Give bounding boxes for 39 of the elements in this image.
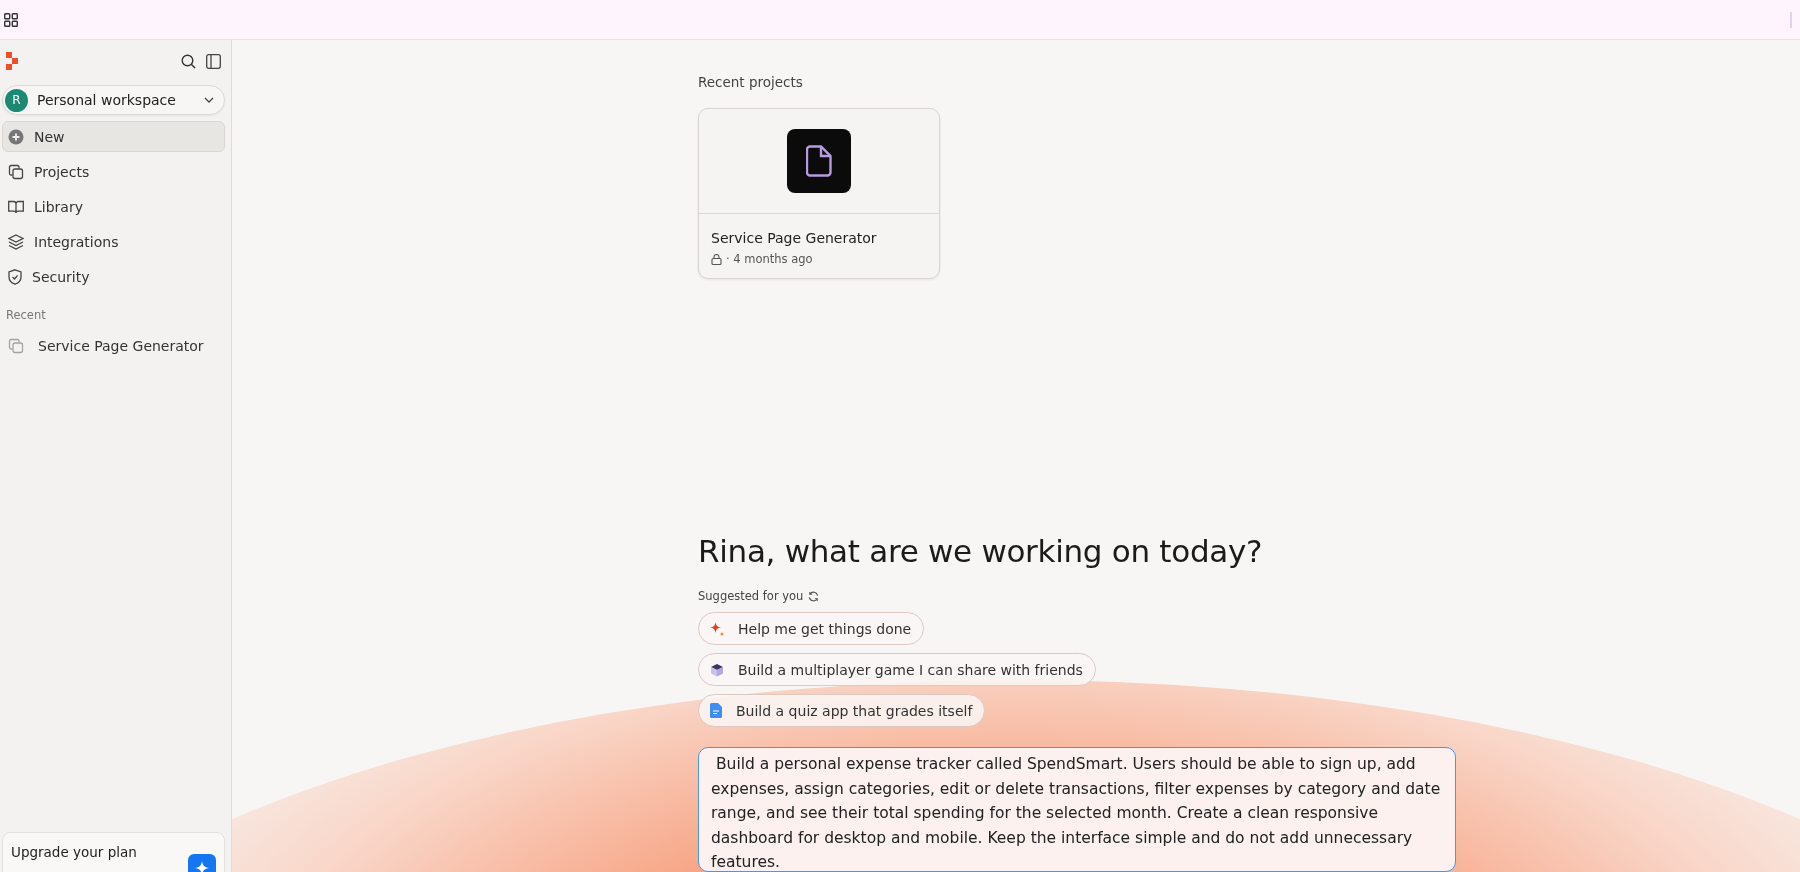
logo-icon[interactable] bbox=[6, 52, 19, 70]
refresh-icon[interactable] bbox=[808, 590, 820, 602]
lock-icon bbox=[711, 253, 722, 265]
search-icon[interactable] bbox=[181, 53, 196, 69]
project-card[interactable]: Service Page Generator · 4 months ago bbox=[698, 108, 940, 279]
sparkle-icon bbox=[710, 621, 724, 636]
document-icon bbox=[806, 145, 832, 177]
project-meta: · 4 months ago bbox=[726, 252, 813, 266]
nav-item[interactable]: Projects bbox=[2, 156, 225, 187]
section-heading: Recent projects bbox=[698, 74, 804, 90]
recent-item[interactable]: Service Page Generator bbox=[2, 330, 225, 362]
chevron-down-icon bbox=[204, 97, 214, 103]
suggestion-chip[interactable]: Build a quiz app that grades itself bbox=[698, 694, 986, 727]
greeting-heading: Rina, what are we working on today? bbox=[698, 533, 1264, 569]
layers-icon bbox=[8, 233, 24, 250]
suggestion-chip[interactable]: Build a multiplayer game I can share with friends bbox=[698, 653, 1096, 686]
plus-circle-icon bbox=[8, 128, 24, 145]
document-icon bbox=[710, 703, 722, 718]
shield-icon bbox=[8, 268, 22, 285]
book-icon bbox=[8, 199, 24, 214]
upgrade-card[interactable]: Upgrade your plan bbox=[2, 832, 225, 872]
copies-icon bbox=[8, 338, 24, 354]
upgrade-label: Upgrade your plan bbox=[11, 844, 137, 862]
prompt-field[interactable]: Build a personal expense tracker called SpendSmart. Users should be able to sign up, add expenses, assign categories, edit or delete transactions, filter expenses by category and date range, and see their total spending for the selected month. Create a clean responsive dashboard for desktop and mobile. Keep the interface simple and do not add unnecessary features. bbox=[698, 747, 1456, 872]
workspace-selector[interactable]: R Personal workspace bbox=[2, 85, 225, 115]
scroll-indicator bbox=[1790, 11, 1792, 28]
apps-grid-icon[interactable] bbox=[4, 12, 18, 27]
section-label: Recent bbox=[6, 308, 47, 322]
suggestion-chip[interactable]: Help me get things done bbox=[698, 612, 925, 645]
nav-item[interactable]: New bbox=[2, 121, 225, 152]
suggestions-label: Suggested for you bbox=[698, 589, 804, 603]
nav-item[interactable]: Integrations bbox=[2, 226, 225, 257]
project-title: Service Page Generator bbox=[710, 229, 878, 246]
cube-icon bbox=[710, 662, 724, 677]
nav-item[interactable]: Security bbox=[2, 261, 225, 292]
avatar: R bbox=[5, 88, 28, 112]
nav-item[interactable]: Library bbox=[2, 191, 225, 222]
sidebar-toggle-icon[interactable] bbox=[206, 53, 221, 69]
copies-icon bbox=[8, 163, 24, 180]
